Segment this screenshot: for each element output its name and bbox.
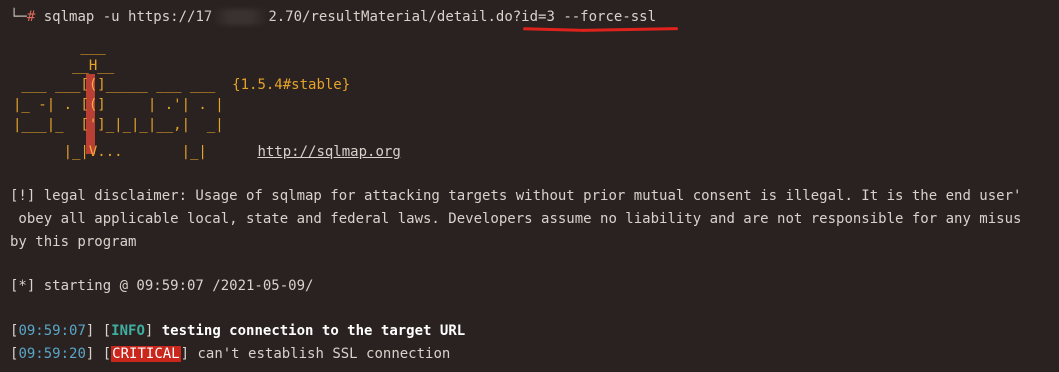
command-line: └─# sqlmap -u https://17 2.70/resultMater… — [10, 8, 656, 26]
log-timestamp: 09:59:07 — [18, 323, 86, 339]
terminal-window[interactable]: └─# sqlmap -u https://17 2.70/resultMater… — [0, 0, 1059, 372]
banner-line-6-text: |_|V... |_| — [13, 144, 233, 160]
command-highlight: ?id=3 --force-ssl — [512, 9, 657, 25]
annotation-underline-1 — [522, 27, 582, 32]
redacted-region — [212, 9, 269, 25]
banner-line-5: |___|_ [']_|_|_|__,| _| — [13, 117, 233, 133]
log-message: can't establish SSL connection — [197, 346, 451, 362]
log-message: testing connection to the target URL — [161, 323, 466, 339]
log-level-critical: CRITICAL — [111, 346, 181, 362]
prompt-glyph: └─ — [10, 9, 27, 25]
log-timestamp: 09:59:20 — [18, 346, 86, 362]
banner-line-4: |_ -| . [(] | .'| . | — [13, 97, 233, 113]
banner-line-3: ___ ___[(]_____ ___ ___ {1.5.4#stable} — [13, 76, 350, 94]
disclaimer-line-3: by this program — [10, 234, 137, 250]
log-line-critical: [09:59:20] [CRITICAL] can't establish SS… — [10, 346, 451, 362]
annotation-underline-2 — [579, 27, 679, 32]
disclaimer-line-2: obey all applicable local, state and fed… — [10, 211, 1022, 227]
logo-red-column — [86, 74, 95, 154]
starting-line: [*] starting @ 09:59:07 /2021-05-09/ — [10, 278, 314, 294]
command-prefix: sqlmap -u https://17 — [43, 9, 213, 25]
command-suffix: 2.70/resultMaterial/detail.do — [268, 9, 513, 25]
banner-line-6: |_|V... |_| http://sqlmap.org — [13, 143, 401, 161]
banner-line-2: __H__ — [13, 58, 115, 74]
log-line-info: [09:59:07] [INFO] testing connection to … — [10, 323, 466, 339]
disclaimer-line-1: [!] legal disclaimer: Usage of sqlmap fo… — [10, 188, 1022, 204]
log-level-info: INFO — [111, 323, 145, 339]
banner-line-1: ___ — [13, 39, 106, 55]
sqlmap-site-link[interactable]: http://sqlmap.org — [257, 144, 400, 160]
banner-line-3-text: ___ ___[(]_____ ___ ___ — [13, 77, 233, 93]
prompt-hash: # — [26, 9, 36, 25]
version-label: {1.5.4#stable} — [232, 77, 351, 93]
